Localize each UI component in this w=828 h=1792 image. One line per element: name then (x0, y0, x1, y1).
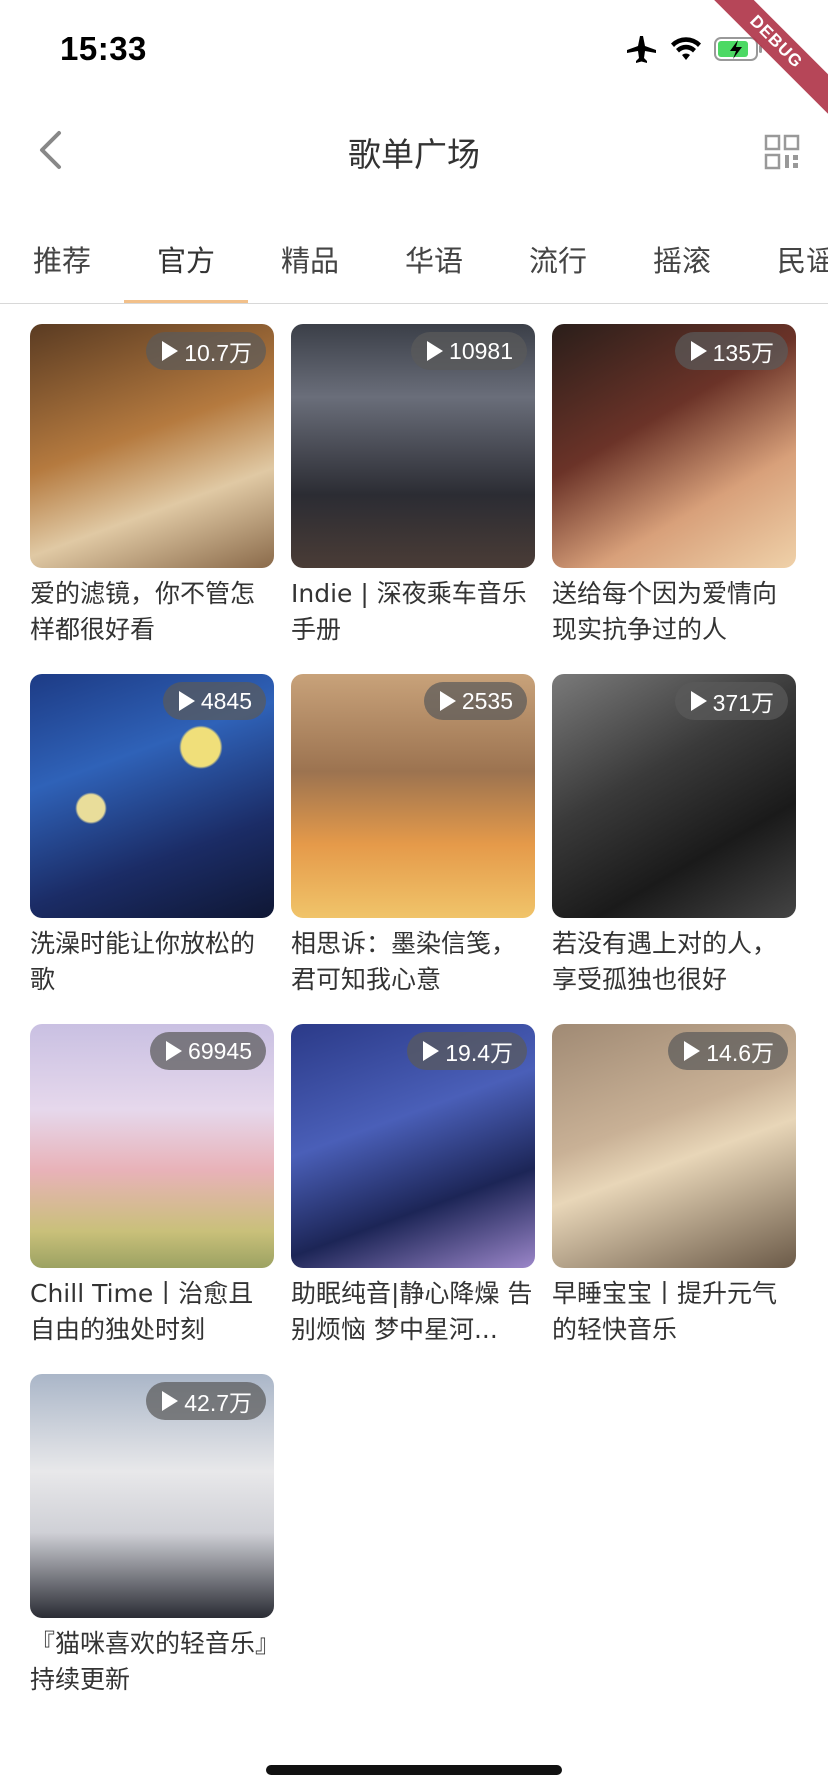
airplane-icon (627, 36, 656, 63)
playlist-cover-image[interactable]: 69945 (30, 1024, 274, 1268)
play-icon (162, 1391, 179, 1411)
playlist-cover-image[interactable]: 14.6万 (552, 1024, 796, 1268)
play-count-badge: 10981 (411, 332, 527, 370)
playlist-name[interactable]: 助眠纯音|静心降燥 告别烦恼 梦中星河... (291, 1276, 535, 1348)
status-bar: 15:33 DEBUG (0, 0, 828, 116)
tab-official[interactable]: 官方 (124, 210, 248, 303)
play-count: 371万 (712, 690, 774, 716)
playlist-card[interactable]: 10981 Indie | 深夜乘车音乐手册 (291, 324, 535, 674)
playlist-name[interactable]: 送给每个因为爱情向现实抗争过的人 (552, 576, 796, 648)
playlist-card[interactable]: 42.7万 『猫咪喜欢的轻音乐』持续更新 (30, 1374, 274, 1724)
play-count-badge: 14.6万 (668, 1032, 788, 1070)
playlist-card[interactable]: 371万 若没有遇上对的人，享受孤独也很好 (552, 674, 796, 1024)
playlist-cover-image[interactable]: 10.7万 (30, 324, 274, 568)
play-count: 135万 (712, 340, 774, 366)
status-time: 15:33 (60, 30, 147, 67)
playlist-name[interactable]: 相思诉：墨染信笺，君可知我心意 (291, 926, 535, 998)
play-count-badge: 371万 (674, 682, 788, 720)
playlist-name[interactable]: Indie | 深夜乘车音乐手册 (291, 576, 535, 648)
debug-banner-label: DEBUG (708, 0, 828, 116)
playlist-card[interactable]: 69945 Chill Time丨治愈且自由的独处时刻 (30, 1024, 274, 1374)
play-icon (690, 691, 707, 711)
playlist-cover-image[interactable]: 19.4万 (291, 1024, 535, 1268)
play-icon (439, 691, 456, 711)
playlist-grid: 10.7万 爱的滤镜，你不管怎样都很好看 10981 Indie | 深夜乘车音… (30, 324, 800, 1724)
playlist-name[interactable]: Chill Time丨治愈且自由的独处时刻 (30, 1276, 274, 1348)
play-icon (690, 341, 707, 361)
qr-code-icon (764, 134, 800, 170)
play-count-badge: 2535 (423, 682, 527, 720)
playlist-card[interactable]: 4845 洗澡时能让你放松的歌 (30, 674, 274, 1024)
playlist-cover-image[interactable]: 42.7万 (30, 1374, 274, 1618)
playlist-name[interactable]: 若没有遇上对的人，享受孤独也很好 (552, 926, 796, 998)
tab-rock[interactable]: 摇滚 (620, 210, 744, 303)
playlist-card[interactable]: 2535 相思诉：墨染信笺，君可知我心意 (291, 674, 535, 1024)
playlist-card[interactable]: 19.4万 助眠纯音|静心降燥 告别烦恼 梦中星河... (291, 1024, 535, 1374)
playlist-card[interactable]: 14.6万 早睡宝宝丨提升元气的轻快音乐 (552, 1024, 796, 1374)
play-count-badge: 135万 (674, 332, 788, 370)
qr-code-button[interactable] (764, 134, 800, 170)
tab-premium[interactable]: 精品 (248, 210, 372, 303)
play-count-badge: 19.4万 (407, 1032, 527, 1070)
tab-pop[interactable]: 流行 (496, 210, 620, 303)
playlist-name[interactable]: 『猫咪喜欢的轻音乐』持续更新 (30, 1626, 274, 1698)
play-icon (162, 341, 179, 361)
page-title: 歌单广场 (348, 135, 480, 174)
play-count-badge: 4845 (162, 682, 266, 720)
play-count: 2535 (461, 687, 513, 714)
play-count-badge: 10.7万 (146, 332, 266, 370)
tab-folk[interactable]: 民谣 (744, 210, 828, 303)
playlist-name[interactable]: 洗澡时能让你放松的歌 (30, 926, 274, 998)
play-count: 10981 (449, 337, 513, 364)
category-tabs: 推荐 官方 精品 华语 流行 摇滚 民谣 (0, 210, 828, 304)
play-icon (423, 1041, 440, 1061)
playlist-cover-image[interactable]: 371万 (552, 674, 796, 918)
playlist-cover-image[interactable]: 10981 (291, 324, 535, 568)
play-icon (684, 1041, 701, 1061)
playlist-cover-image[interactable]: 135万 (552, 324, 796, 568)
play-count: 14.6万 (706, 1040, 774, 1066)
home-indicator (266, 1765, 562, 1775)
playlist-name[interactable]: 爱的滤镜，你不管怎样都很好看 (30, 576, 274, 648)
tab-recommend[interactable]: 推荐 (0, 210, 124, 303)
playlist-card[interactable]: 10.7万 爱的滤镜，你不管怎样都很好看 (30, 324, 274, 674)
play-count: 10.7万 (184, 340, 252, 366)
tab-chinese[interactable]: 华语 (372, 210, 496, 303)
playlist-cover-image[interactable]: 4845 (30, 674, 274, 918)
navigation-bar: 歌单广场 (0, 100, 828, 204)
play-count: 19.4万 (445, 1040, 513, 1066)
play-icon (178, 691, 195, 711)
play-icon (427, 341, 444, 361)
play-count-badge: 69945 (150, 1032, 266, 1070)
play-icon (166, 1041, 183, 1061)
play-count: 42.7万 (184, 1390, 252, 1416)
play-count-badge: 42.7万 (146, 1382, 266, 1420)
play-count: 69945 (188, 1037, 252, 1064)
play-count: 4845 (200, 687, 252, 714)
playlist-name[interactable]: 早睡宝宝丨提升元气的轻快音乐 (552, 1276, 796, 1348)
wifi-icon (671, 37, 701, 60)
playlist-cover-image[interactable]: 2535 (291, 674, 535, 918)
playlist-card[interactable]: 135万 送给每个因为爱情向现实抗争过的人 (552, 324, 796, 674)
